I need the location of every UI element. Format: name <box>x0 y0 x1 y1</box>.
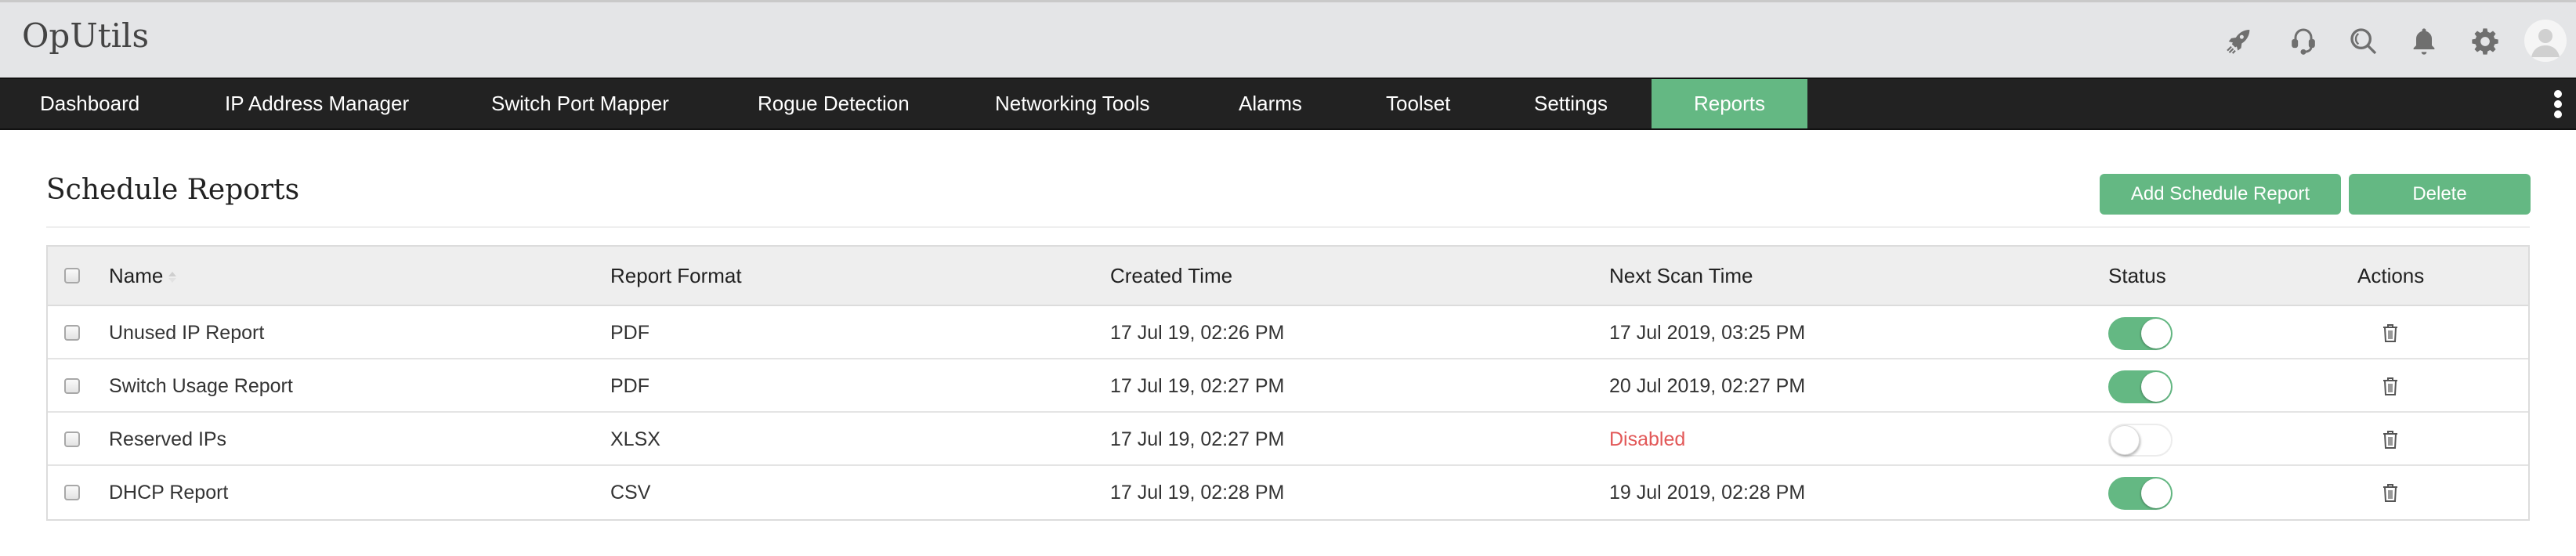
report-format: CSV <box>610 482 651 504</box>
nav-rogue-detection[interactable]: Rogue Detection <box>758 79 910 128</box>
trash-icon[interactable] <box>2381 322 2400 344</box>
report-name: Switch Usage Report <box>109 375 293 397</box>
status-toggle[interactable] <box>2108 370 2173 403</box>
column-header-name[interactable]: Name <box>109 247 177 305</box>
nav-settings[interactable]: Settings <box>1534 79 1608 128</box>
created-time: 17 Jul 19, 02:27 PM <box>1110 428 1285 450</box>
trash-icon[interactable] <box>2381 375 2400 397</box>
report-name: Reserved IPs <box>109 428 227 450</box>
table-row: DHCP Report CSV 17 Jul 19, 02:28 PM 19 J… <box>48 466 2528 519</box>
report-format: PDF <box>610 322 649 344</box>
sort-icon[interactable] <box>168 270 177 284</box>
search-icon[interactable] <box>2348 26 2379 57</box>
nav-switch-port-mapper[interactable]: Switch Port Mapper <box>491 79 669 128</box>
status-toggle[interactable] <box>2108 317 2173 350</box>
kebab-menu-icon[interactable] <box>2554 90 2563 118</box>
rocket-icon[interactable] <box>2223 26 2255 57</box>
created-time: 17 Jul 19, 02:26 PM <box>1110 322 1285 344</box>
schedule-reports-table: Name Report Format Created Time Next Sca… <box>46 245 2530 521</box>
row-checkbox[interactable] <box>64 431 80 447</box>
add-schedule-report-button[interactable]: Add Schedule Report <box>2100 174 2341 215</box>
nav-reports[interactable]: Reports <box>1652 79 1807 128</box>
next-scan-time: 20 Jul 2019, 02:27 PM <box>1609 375 1806 397</box>
nav-networking-tools[interactable]: Networking Tools <box>995 79 1150 128</box>
column-header-next-scan: Next Scan Time <box>1609 264 1753 287</box>
delete-button[interactable]: Delete <box>2349 174 2531 215</box>
app-logo[interactable]: OpUtils <box>22 16 149 55</box>
table-header: Name Report Format Created Time Next Sca… <box>48 247 2528 306</box>
report-name: DHCP Report <box>109 482 229 504</box>
user-avatar-icon[interactable] <box>2524 20 2567 62</box>
nav-dashboard[interactable]: Dashboard <box>40 79 139 128</box>
nav-toolset[interactable]: Toolset <box>1386 79 1450 128</box>
table-row: Reserved IPs XLSX 17 Jul 19, 02:27 PM Di… <box>48 413 2528 466</box>
title-divider <box>46 226 2530 228</box>
created-time: 17 Jul 19, 02:28 PM <box>1110 482 1285 504</box>
next-scan-time: 17 Jul 2019, 03:25 PM <box>1609 322 1806 344</box>
headset-icon[interactable] <box>2288 26 2319 57</box>
trash-icon[interactable] <box>2381 428 2400 450</box>
report-format: PDF <box>610 375 649 397</box>
column-header-created: Created Time <box>1110 264 1233 287</box>
table-row: Unused IP Report PDF 17 Jul 19, 02:26 PM… <box>48 306 2528 359</box>
gear-icon[interactable] <box>2469 26 2501 57</box>
trash-icon[interactable] <box>2381 482 2400 504</box>
table-row: Switch Usage Report PDF 17 Jul 19, 02:27… <box>48 359 2528 413</box>
created-time: 17 Jul 19, 02:27 PM <box>1110 375 1285 397</box>
bell-icon[interactable] <box>2408 26 2440 57</box>
row-checkbox[interactable] <box>64 485 80 500</box>
nav-alarms[interactable]: Alarms <box>1239 79 1302 128</box>
status-toggle[interactable] <box>2108 424 2173 457</box>
page-title: Schedule Reports <box>46 174 300 206</box>
report-name: Unused IP Report <box>109 322 265 344</box>
select-all-checkbox[interactable] <box>64 268 80 283</box>
column-header-format: Report Format <box>610 264 742 287</box>
report-format: XLSX <box>610 428 660 450</box>
nav-ip-address-manager[interactable]: IP Address Manager <box>225 79 409 128</box>
main-nav: Dashboard IP Address Manager Switch Port… <box>0 78 2576 130</box>
row-checkbox[interactable] <box>64 378 80 394</box>
next-scan-time: 19 Jul 2019, 02:28 PM <box>1609 482 1806 504</box>
top-header: OpUtils <box>0 0 2576 78</box>
row-checkbox[interactable] <box>64 325 80 341</box>
column-header-actions: Actions <box>2357 264 2425 287</box>
column-header-status: Status <box>2108 264 2166 287</box>
status-toggle[interactable] <box>2108 477 2173 510</box>
next-scan-status-disabled: Disabled <box>1609 428 1686 450</box>
